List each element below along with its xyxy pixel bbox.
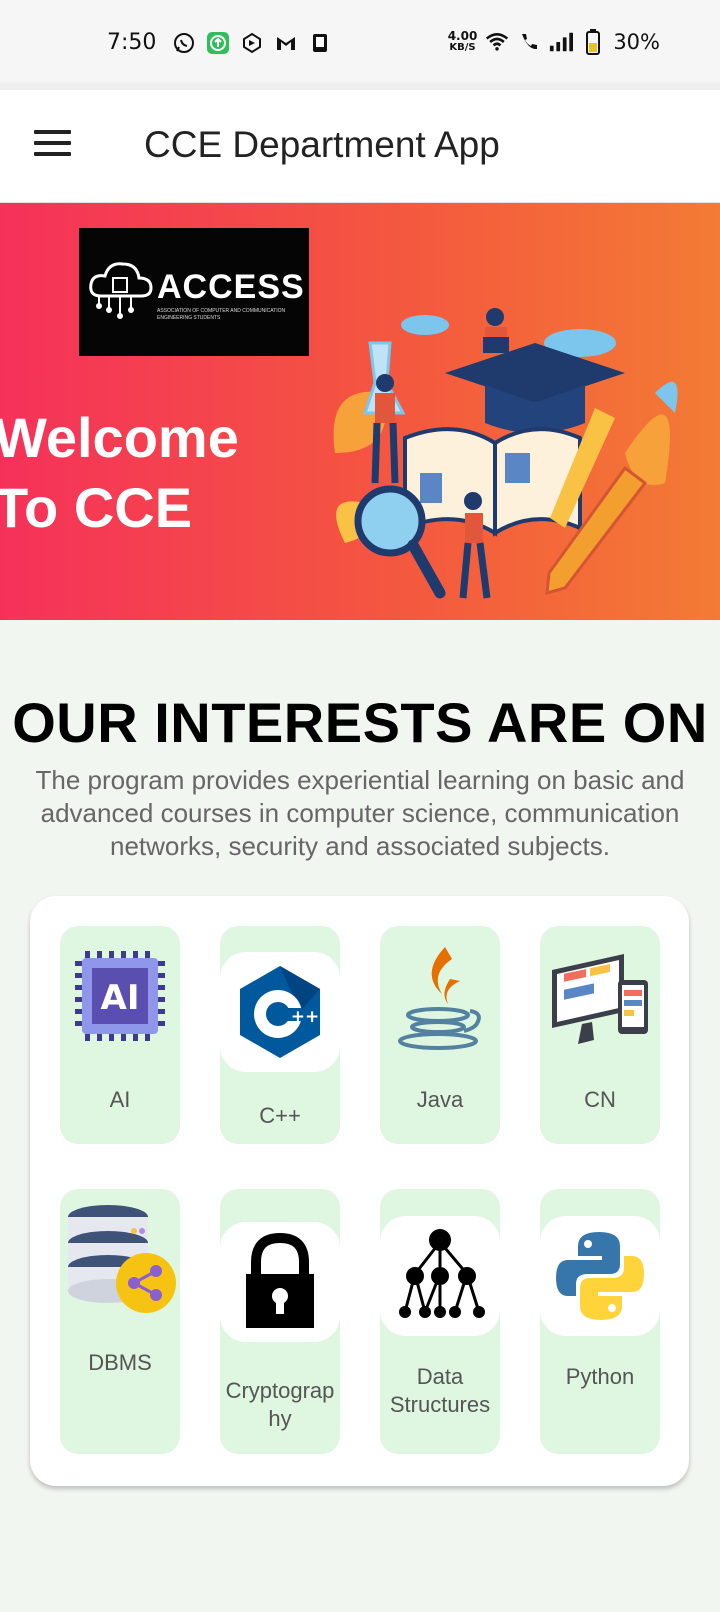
interests-heading: OUR INTERESTS ARE ON <box>12 691 708 754</box>
education-illustration <box>333 308 678 599</box>
lock-icon <box>220 1222 340 1342</box>
course-tile-cn[interactable]: CN <box>540 926 660 1144</box>
cloud-circuit-icon <box>89 262 153 319</box>
network-speed-unit: KB/S <box>449 42 476 53</box>
course-tile-python[interactable]: Python <box>540 1189 660 1454</box>
course-label: C++ <box>259 1103 301 1128</box>
signal-icon <box>549 30 574 54</box>
cpp-logo-icon: ++ <box>220 952 340 1072</box>
course-label: Java <box>416 1087 464 1112</box>
phone-app-icon <box>308 31 332 55</box>
course-label: Python <box>565 1364 635 1389</box>
hamburger-icon-line <box>34 141 71 145</box>
python-logo-icon <box>540 1216 660 1336</box>
network-speed: 4.00 KB/S <box>447 29 478 53</box>
course-label: AI <box>109 1087 131 1112</box>
hamburger-icon-line <box>34 130 71 134</box>
course-tile-ai[interactable]: AI AI <box>60 926 180 1144</box>
battery-percent: 30% <box>613 30 660 54</box>
battery-icon <box>581 29 605 55</box>
java-logo-icon <box>380 938 500 1058</box>
vpn-icon <box>240 31 264 55</box>
welcome-line-2: To CCE <box>0 476 193 539</box>
menu-button[interactable] <box>34 130 74 160</box>
status-bar: 7:50 4.00 KB/S 30% <box>0 0 720 82</box>
wifi-icon <box>485 30 509 54</box>
interests-card: AI AI ++ C++ Java CN DBMS Cryptograp hy … <box>30 896 689 1486</box>
app-bar: CCE Department App <box>0 90 720 203</box>
welcome-line-1: Welcome <box>0 406 239 469</box>
course-label: Data Structures <box>389 1364 491 1417</box>
hamburger-icon-line <box>34 152 71 156</box>
access-logo: ACCESS ASSOCIATION OF COMPUTER AND COMMU… <box>79 228 309 356</box>
course-tile-data-structures[interactable]: Data Structures <box>380 1189 500 1454</box>
course-tile-java[interactable]: Java <box>380 926 500 1144</box>
svg-text:AI: AI <box>101 978 140 1018</box>
course-label: DBMS <box>88 1350 152 1375</box>
whatsapp-icon <box>172 31 196 55</box>
welcome-text: Welcome To CCE <box>0 403 239 543</box>
course-label: CN <box>584 1087 616 1112</box>
devices-icon <box>540 936 660 1056</box>
interests-description: The program provides experiential learni… <box>35 765 685 861</box>
app-title: CCE Department App <box>144 124 500 165</box>
status-divider <box>0 82 720 90</box>
ai-chip-icon: AI <box>60 936 180 1056</box>
welcome-banner: ACCESS ASSOCIATION OF COMPUTER AND COMMU… <box>0 203 720 620</box>
tree-icon <box>380 1216 500 1336</box>
upload-app-icon <box>206 31 230 55</box>
course-tile-cpp[interactable]: ++ C++ <box>220 926 340 1144</box>
course-tile-dbms[interactable]: DBMS <box>60 1189 180 1454</box>
database-icon <box>60 1197 180 1317</box>
logo-text: ACCESS <box>157 268 305 306</box>
logo-subtext: ASSOCIATION OF COMPUTER AND COMMUNICATIO… <box>157 308 286 321</box>
gmail-icon <box>274 31 298 55</box>
status-time: 7:50 <box>107 30 157 55</box>
network-speed-value: 4.00 <box>447 29 478 43</box>
svg-text:++: ++ <box>291 1007 320 1027</box>
wifi-call-icon <box>517 30 541 54</box>
course-tile-cryptography[interactable]: Cryptograp hy <box>220 1189 340 1454</box>
course-label: Cryptograp hy <box>225 1378 335 1431</box>
